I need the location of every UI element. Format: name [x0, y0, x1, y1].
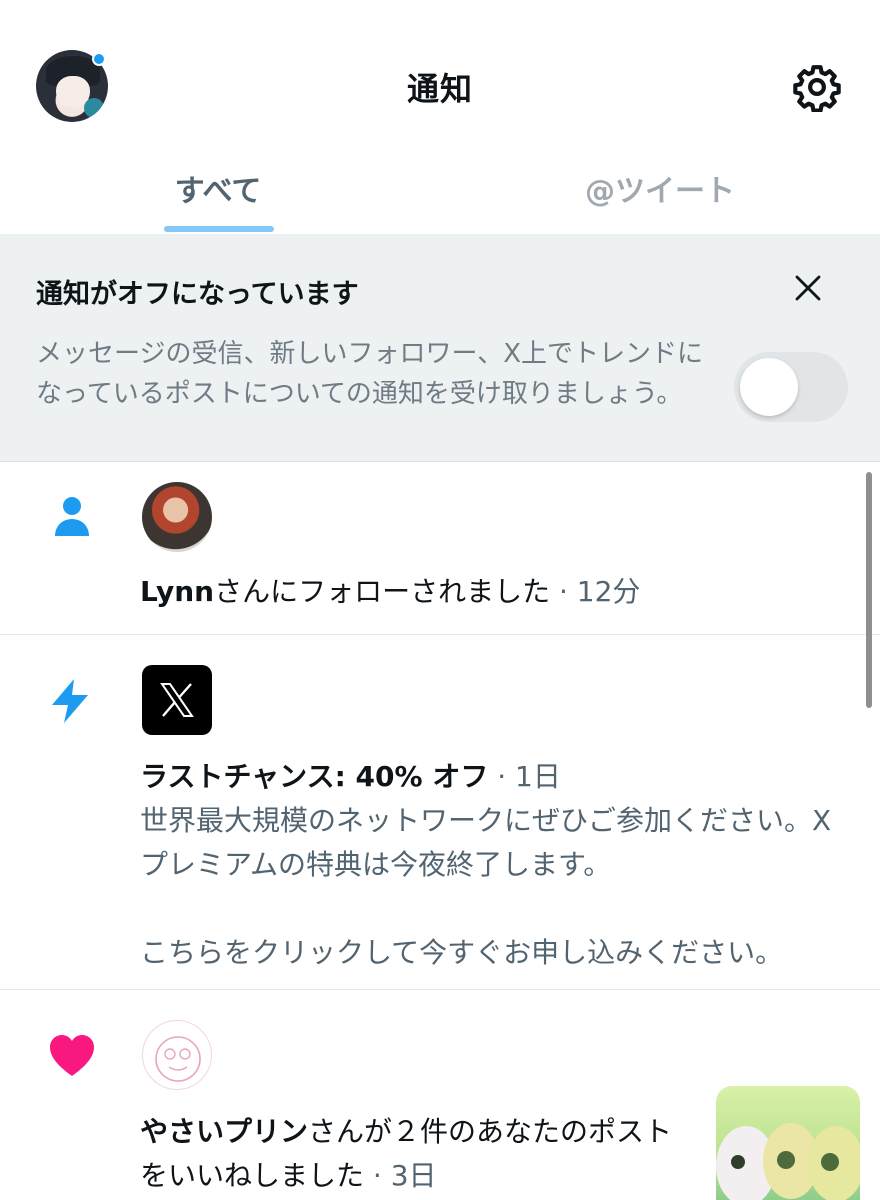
- notification-action: さんにフォローされました: [214, 575, 551, 608]
- promo-cta: こちらをクリックして今すぐお申し込みください。: [140, 936, 784, 969]
- x-logo-avatar[interactable]: [142, 665, 212, 735]
- user-name[interactable]: やさいプリン: [140, 1115, 308, 1148]
- heart-icon: [46, 1030, 98, 1082]
- notifications-off-banner: 通知がオフになっています メッセージの受信、新しいフォロワー、X上でトレンドにな…: [0, 234, 880, 462]
- notification-follow[interactable]: Lynnさんにフォローされました · 12分: [0, 462, 880, 635]
- notification-text: Lynnさんにフォローされました · 12分: [140, 570, 640, 614]
- promo-headline: ラストチャンス: 40% オフ: [140, 760, 489, 793]
- notification-promo[interactable]: ラストチャンス: 40% オフ · 1日 世界最大規模のネットワークにぜひご参加…: [0, 635, 880, 990]
- gear-icon: [793, 65, 841, 113]
- person-icon: [46, 490, 98, 542]
- scrollbar[interactable]: [866, 472, 872, 708]
- post-thumbnail[interactable]: [716, 1086, 860, 1200]
- user-name[interactable]: Lynn: [140, 575, 214, 608]
- close-button[interactable]: [792, 272, 824, 304]
- avatar[interactable]: [142, 482, 212, 552]
- tab-mentions[interactable]: @ツイート: [440, 166, 880, 210]
- banner-title: 通知がオフになっています: [36, 279, 359, 310]
- timestamp: · 1日: [497, 760, 561, 793]
- lightning-icon: [46, 675, 98, 727]
- header: 通知: [0, 0, 880, 150]
- tab-bar: すべて @ツイート: [0, 150, 880, 234]
- tab-all[interactable]: すべて: [0, 166, 436, 210]
- notifications-page: 通知 すべて @ツイート 通知がオフになっています メッセージの受信、新しいフォ…: [0, 0, 880, 1200]
- banner-description: メッセージの受信、新しいフォロワー、X上でトレンドになっているポストについての通…: [36, 339, 704, 409]
- toggle-knob: [740, 358, 798, 416]
- notification-like[interactable]: やさいプリンさんが２件のあなたのポストをいいねしました · 3日: [0, 990, 880, 1200]
- promo-body: 世界最大規模のネットワークにぜひご参加ください。X プレミアムの特典は今夜終了し…: [140, 804, 832, 881]
- notification-text: ラストチャンス: 40% オフ · 1日 世界最大規模のネットワークにぜひご参加…: [140, 755, 852, 975]
- avatar[interactable]: [142, 1020, 212, 1090]
- notifications-toggle[interactable]: [734, 352, 848, 422]
- x-logo-icon: [160, 683, 194, 717]
- close-icon: [795, 275, 821, 301]
- notification-text: やさいプリンさんが２件のあなたのポストをいいねしました · 3日: [140, 1110, 700, 1198]
- active-tab-indicator: [164, 226, 274, 232]
- timestamp: · 3日: [372, 1159, 437, 1192]
- page-title: 通知: [406, 70, 473, 108]
- timestamp: · 12分: [558, 575, 641, 608]
- settings-button[interactable]: [792, 62, 842, 113]
